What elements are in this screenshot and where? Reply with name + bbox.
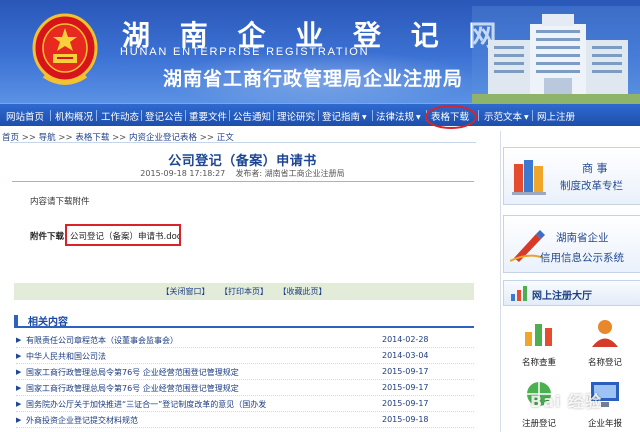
bookmark-page-link[interactable]: 【收藏此页】 [279,287,327,296]
main-nav: 网站首页 机构概况 工作动态 登记公告 重要文件 公告通知 理论研究 登记指南 ▼… [0,103,640,126]
right-sidebar: 商 事 制度改革专栏 湖南省企业 信用信息公示系统 网上注册大厅 名称查重 名称… [500,131,640,432]
nav-theory-research[interactable]: 理论研究 [277,109,315,123]
nav-important-docs[interactable]: 重要文件 [189,109,227,123]
bullet-icon: ▶ [16,384,22,392]
attachment-label: 附件下载: [30,232,68,242]
nav-work-news[interactable]: 工作动态 [101,109,139,123]
nav-divider [141,110,142,121]
nav-divider [50,110,51,121]
chevron-down-icon: ▼ [524,114,529,121]
nav-divider [273,110,274,121]
highlight-annotation-box [65,224,181,246]
nav-divider [96,110,97,121]
nav-registration-guide[interactable]: 登记指南 ▼ [322,109,367,123]
bullet-icon: ▶ [16,416,22,424]
nav-divider [532,110,533,121]
site-subtitle: HUNAN ENTERPRISE REGISTRATION [120,46,370,58]
chart-icon [511,286,527,301]
nav-divider [478,110,479,121]
nav-divider [372,110,373,121]
related-item[interactable]: ▶ 国务院办公厅关于加快推进“三证合一”登记制度改革的意见（国办发 2015-0… [16,397,474,412]
close-window-link[interactable]: 【关闭窗口】 [161,287,209,296]
print-page-link[interactable]: 【打印本页】 [220,287,268,296]
business-reform-banner[interactable]: 商 事 制度改革专栏 [503,147,640,205]
nav-laws[interactable]: 法律法规 ▼ [376,109,421,123]
books-icon [512,160,546,195]
bullet-icon: ▶ [16,368,22,376]
article-area: 公司登记（备案）申请书 2015-09-18 17:18:27 发布者: 湖南省… [0,142,485,432]
related-title: 相关内容 [28,317,68,328]
nav-registration-notices[interactable]: 登记公告 [145,109,183,123]
bullet-icon: ▶ [16,400,22,408]
bullet-icon: ▶ [16,352,22,360]
section-marker [14,315,18,326]
article-publisher: 发布者: 湖南省工商企业注册局 [235,169,345,178]
article-title: 公司登记（备案）申请书 [168,154,317,169]
nav-divider [229,110,230,121]
online-registration-hall[interactable]: 网上注册大厅 [503,280,640,306]
nav-sample-texts[interactable]: 示范文本 ▼ [484,109,529,123]
article-actions: 【关闭窗口】 【打印本页】 【收藏此页】 [14,283,474,300]
name-check-tile[interactable]: 名称查重 [511,314,567,370]
bullet-icon: ▶ [16,336,22,344]
related-item[interactable]: ▶ 中华人民共和国公司法 2014-03-04 [16,349,474,364]
related-item[interactable]: ▶ 外商投资企业登记提交材料规范 2015-09-18 [16,413,474,428]
divider [12,181,474,182]
related-item[interactable]: ▶ 国家工商行政管理总局令第76号 企业经营范围登记管理规定 2015-09-1… [16,365,474,380]
article-datetime: 2015-09-18 17:18:27 [140,169,226,178]
name-registration-tile[interactable]: 名称登记 [577,314,633,370]
related-header: 相关内容 [14,313,474,328]
agency-name: 湖南省工商行政管理局企业注册局 [163,68,464,90]
site-banner: 湖 南 企 业 登 记 网 HUNAN ENTERPRISE REGISTRAT… [0,0,640,103]
nav-divider [185,110,186,121]
watermark: Bai 经验 [530,392,603,411]
nav-home[interactable]: 网站首页 [6,109,44,123]
divider [10,142,476,143]
national-emblem-icon [32,13,98,85]
credit-info-banner[interactable]: 湖南省企业 信用信息公示系统 [503,215,640,273]
related-item[interactable]: ▶ 有限责任公司章程范本（设董事会监事会） 2014-02-28 [16,333,474,348]
nav-divider [318,110,319,121]
chevron-down-icon: ▼ [416,114,421,121]
nav-announcements[interactable]: 公告通知 [233,109,271,123]
nav-online-registration[interactable]: 网上注册 [537,109,575,123]
person-icon [592,320,618,347]
chevron-down-icon: ▼ [362,114,367,121]
related-item[interactable]: ▶ 国家工商行政管理总局令第76号 企业经营范围登记管理规定 2015-09-1… [16,381,474,396]
article-intro: 内容请下载附件 [30,197,90,207]
article-meta: 2015-09-18 17:18:27 发布者: 湖南省工商企业注册局 [0,168,485,179]
chart-bars-icon [525,324,552,346]
highlight-annotation-circle [425,105,477,129]
government-building-image [472,6,640,103]
nav-about[interactable]: 机构概况 [55,109,93,123]
